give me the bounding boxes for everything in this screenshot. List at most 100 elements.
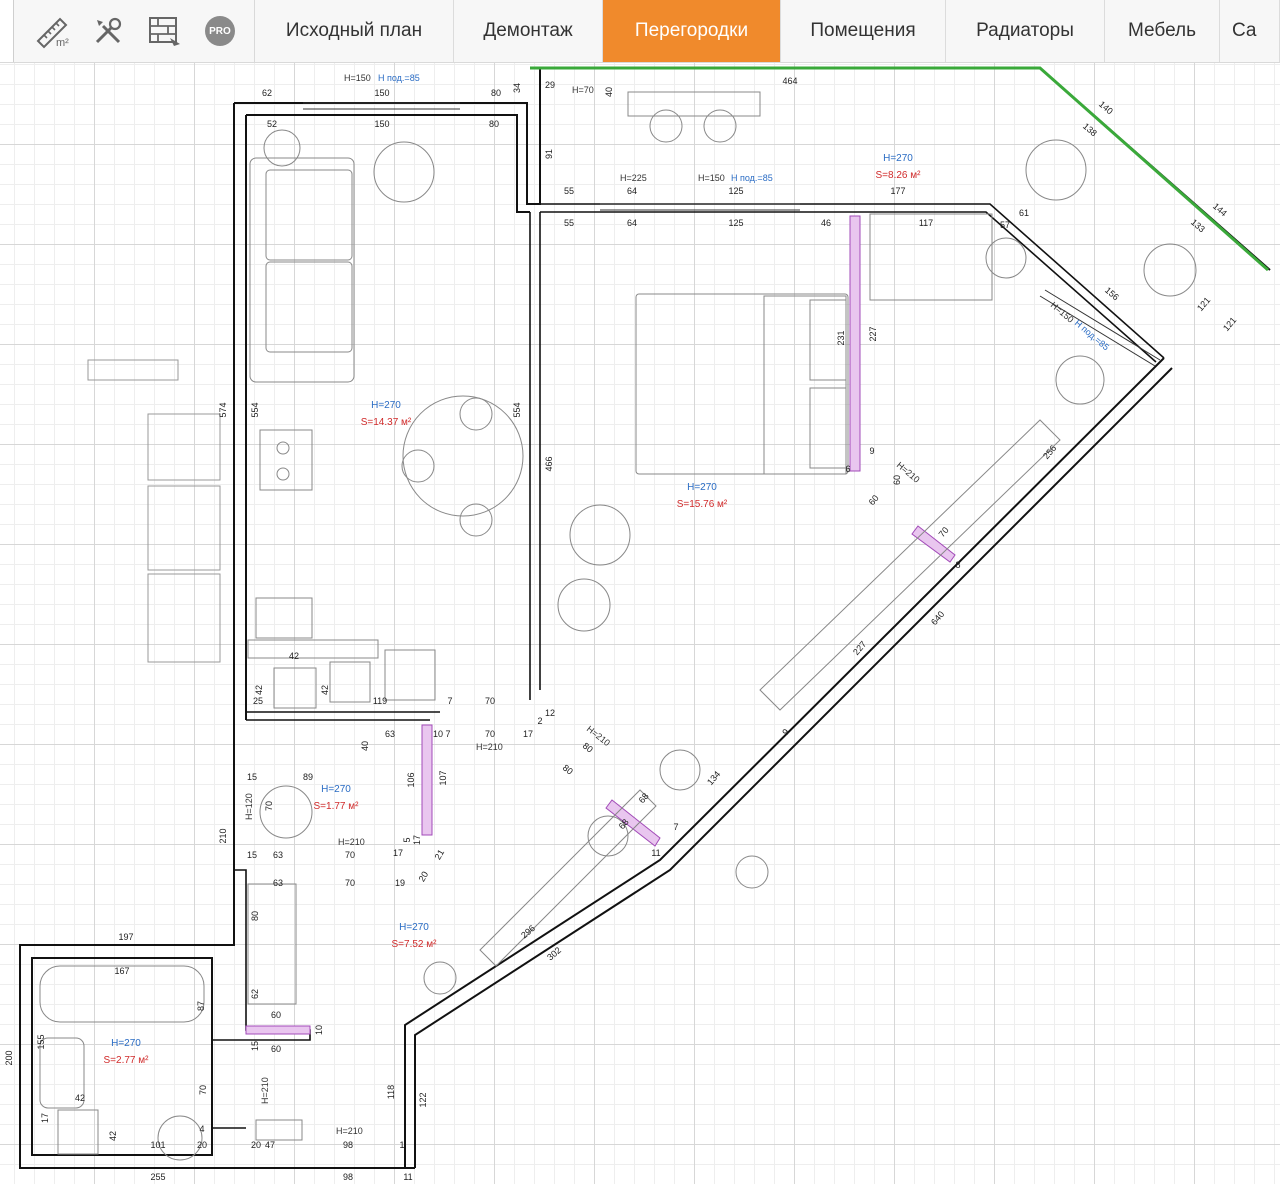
svg-text:21: 21 <box>433 848 447 862</box>
room-kitchen-area: S=14.37 м² <box>361 417 412 428</box>
svg-text:29: 29 <box>545 80 555 90</box>
balcony-wall-green <box>530 66 1269 272</box>
svg-text:62: 62 <box>250 989 260 999</box>
room-hall-height: H=270 <box>399 922 429 933</box>
floor-plan-drawing: H=270 S=14.37 м² H=270 S=15.76 м² H=270 … <box>4 66 1271 1182</box>
svg-text:60: 60 <box>271 1044 281 1054</box>
balcony-h70: H=70 <box>572 85 594 95</box>
svg-text:60: 60 <box>271 1010 281 1020</box>
svg-text:2: 2 <box>537 716 542 726</box>
svg-text:8: 8 <box>955 560 960 570</box>
window-diag-sill: Н под.=85 <box>1073 318 1111 352</box>
svg-text:98: 98 <box>343 1172 353 1182</box>
svg-text:256: 256 <box>1041 443 1058 461</box>
svg-text:10: 10 <box>433 729 443 739</box>
svg-text:60: 60 <box>892 475 902 485</box>
svg-text:12: 12 <box>545 708 555 718</box>
svg-text:125: 125 <box>728 186 743 196</box>
tab-demolition[interactable]: Демонтаж <box>454 0 603 62</box>
svg-text:107: 107 <box>438 770 448 785</box>
svg-text:80: 80 <box>489 119 499 129</box>
wc-niche-h120: H=120 <box>244 793 254 820</box>
room-balcony-height: H=270 <box>883 153 913 164</box>
svg-text:20: 20 <box>417 870 431 884</box>
svg-text:17: 17 <box>412 835 422 845</box>
svg-text:70: 70 <box>485 729 495 739</box>
svg-text:15: 15 <box>250 1041 260 1051</box>
pro-badge-icon[interactable]: PRO <box>200 11 240 51</box>
svg-text:55: 55 <box>564 218 574 228</box>
svg-text:101: 101 <box>150 1140 165 1150</box>
svg-text:133: 133 <box>1189 217 1207 234</box>
svg-text:25: 25 <box>253 696 263 706</box>
dimension-labels: 62 150 80 34 52 150 80 29 40 464 91 55 6… <box>4 76 1238 1182</box>
svg-text:121: 121 <box>1221 315 1238 333</box>
floor-plan-canvas[interactable]: H=270 S=14.37 м² H=270 S=15.76 м² H=270 … <box>0 63 1280 1184</box>
mode-tabs: Исходный план Демонтаж Перегородки Помещ… <box>255 0 1280 62</box>
svg-text:80: 80 <box>491 88 501 98</box>
svg-text:55: 55 <box>564 186 574 196</box>
room-bedroom-area: S=15.76 м² <box>677 499 728 510</box>
room-bath-height: H=270 <box>111 1038 141 1049</box>
svg-text:46: 46 <box>821 218 831 228</box>
svg-text:138: 138 <box>1081 121 1099 138</box>
svg-text:4: 4 <box>199 1124 204 1134</box>
svg-text:121: 121 <box>1195 295 1212 313</box>
tab-rooms[interactable]: Помещения <box>781 0 946 62</box>
tool-icons-group: m² PRO <box>14 0 255 62</box>
svg-text:255: 255 <box>150 1172 165 1182</box>
svg-text:227: 227 <box>868 326 878 341</box>
svg-text:70: 70 <box>264 801 274 811</box>
opening-labels: H=150 Н под.=85 H=70 H=225 H=150 Н под.=… <box>244 73 1111 1136</box>
svg-text:302: 302 <box>545 945 563 962</box>
svg-text:296: 296 <box>519 923 537 940</box>
svg-text:177: 177 <box>890 186 905 196</box>
svg-text:42: 42 <box>254 685 264 695</box>
svg-text:11: 11 <box>651 848 660 858</box>
svg-text:7: 7 <box>447 696 452 706</box>
svg-text:118: 118 <box>386 1085 396 1099</box>
svg-text:155: 155 <box>36 1034 46 1049</box>
window-top-h: H=150 <box>344 73 371 83</box>
svg-text:156: 156 <box>1103 285 1121 302</box>
svg-text:80: 80 <box>561 763 575 777</box>
room-bath-area: S=2.77 м² <box>104 1055 150 1066</box>
svg-text:122: 122 <box>418 1092 428 1107</box>
tab-partitions[interactable]: Перегородки <box>603 0 781 62</box>
svg-text:17: 17 <box>523 729 533 739</box>
svg-text:62: 62 <box>262 88 272 98</box>
area-m2-icon[interactable]: m² <box>32 11 72 51</box>
svg-text:150: 150 <box>374 119 389 129</box>
svg-text:63: 63 <box>273 878 283 888</box>
svg-text:61: 61 <box>1019 208 1029 218</box>
room-wc-height: H=270 <box>321 784 351 795</box>
svg-text:200: 200 <box>4 1050 14 1065</box>
pro-badge: PRO <box>204 16 235 46</box>
svg-text:42: 42 <box>320 685 330 695</box>
room-hall-area: S=7.52 м² <box>392 939 438 950</box>
svg-text:106: 106 <box>406 772 416 787</box>
tab-radiators[interactable]: Радиаторы <box>946 0 1105 62</box>
bricks-plan-icon[interactable] <box>144 11 184 51</box>
svg-text:140: 140 <box>1097 99 1115 116</box>
svg-text:7: 7 <box>445 729 450 739</box>
door-wc-h: H=210 <box>338 837 365 847</box>
svg-text:640: 640 <box>929 609 946 627</box>
outside-blocks <box>87 359 221 663</box>
tab-initial-plan[interactable]: Исходный план <box>255 0 454 62</box>
svg-text:40: 40 <box>604 87 614 97</box>
svg-text:150: 150 <box>374 88 389 98</box>
tab-more-cut[interactable]: Са <box>1220 0 1280 62</box>
tab-furniture[interactable]: Мебель <box>1105 0 1220 62</box>
top-toolbar: m² PRO Исходный план Демонтаж Перегородк… <box>0 0 1280 63</box>
svg-text:15: 15 <box>247 772 257 782</box>
svg-text:m²: m² <box>56 37 69 49</box>
svg-text:70: 70 <box>937 525 951 539</box>
svg-text:20: 20 <box>197 1140 207 1150</box>
svg-text:119: 119 <box>373 696 387 706</box>
door-kitchen-h: H=210 <box>476 742 503 752</box>
svg-text:1: 1 <box>399 1140 404 1150</box>
svg-text:80: 80 <box>581 741 595 755</box>
svg-text:42: 42 <box>75 1093 85 1103</box>
tools-icon[interactable] <box>88 11 128 51</box>
